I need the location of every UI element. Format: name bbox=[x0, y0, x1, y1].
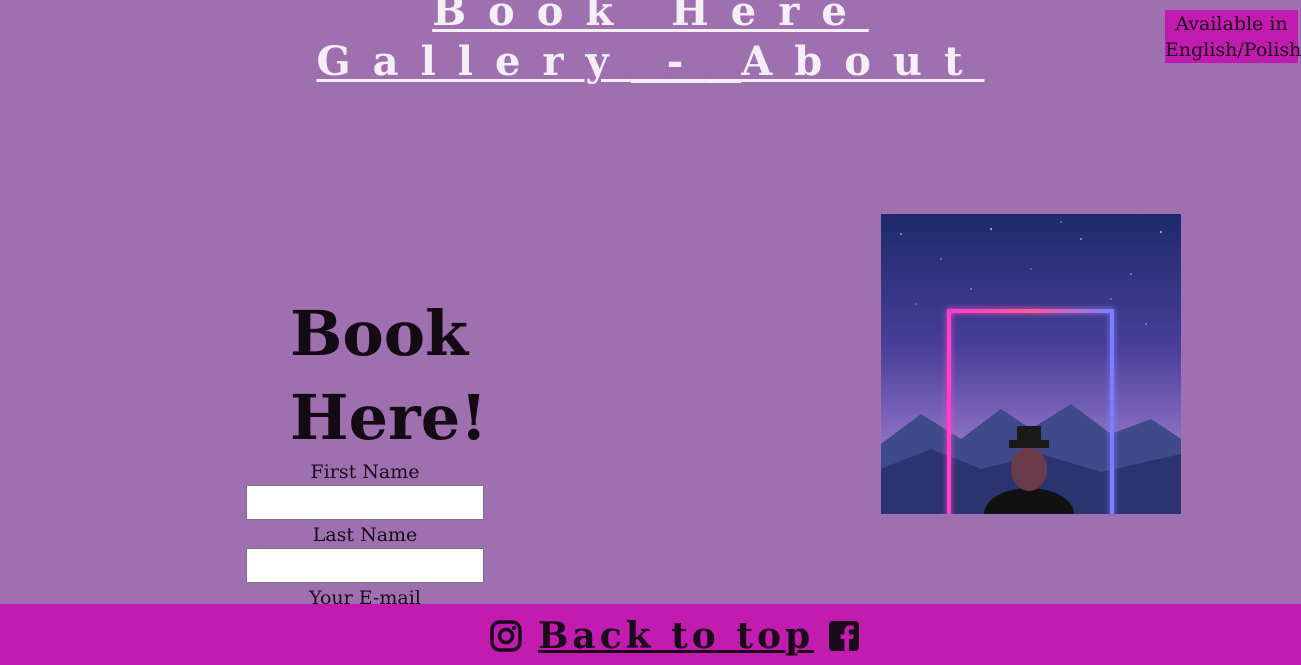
language-badge: Available in English/Polish bbox=[1165, 10, 1301, 63]
nav-row-2: Gallery - About bbox=[0, 37, 1301, 87]
footer-inner: Back to top bbox=[490, 612, 860, 660]
nav-row-1: Book Here bbox=[0, 0, 1301, 37]
first-name-field[interactable] bbox=[246, 485, 484, 520]
nav-separator: - bbox=[666, 38, 706, 85]
booking-title: Book Here! bbox=[280, 292, 488, 460]
booking-title-line2: Here! bbox=[290, 381, 488, 454]
nav-link-book-here[interactable]: Book Here bbox=[432, 0, 869, 35]
neon-portal-image-svg bbox=[881, 214, 1181, 514]
booking-form: First Name Last Name Your E-mail bbox=[246, 459, 484, 611]
nav-link-about[interactable]: About bbox=[741, 38, 984, 85]
instagram-icon[interactable] bbox=[490, 620, 522, 652]
top-navigation: Book Here Gallery - About bbox=[0, 0, 1301, 87]
language-badge-line2: English/Polish bbox=[1165, 39, 1301, 61]
first-name-label: First Name bbox=[310, 461, 420, 483]
neon-portal-image bbox=[881, 214, 1181, 514]
last-name-field[interactable] bbox=[246, 548, 484, 583]
last-name-label: Last Name bbox=[312, 524, 418, 546]
booking-title-line1: Book bbox=[290, 297, 469, 370]
facebook-icon[interactable] bbox=[828, 620, 860, 652]
footer-bar: Back to top bbox=[0, 604, 1301, 665]
nav-link-gallery[interactable]: Gallery bbox=[317, 38, 631, 85]
language-badge-line1: Available in bbox=[1175, 13, 1288, 35]
back-to-top-link[interactable]: Back to top bbox=[538, 615, 814, 657]
